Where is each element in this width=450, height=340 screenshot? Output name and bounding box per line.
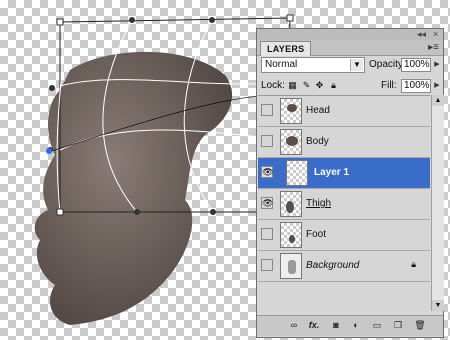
layer-row-layer-1[interactable]: 👁︎ Layer 1 [258,158,430,189]
layer-row-head[interactable]: Head [258,96,430,127]
visibility-toggle[interactable] [261,259,273,271]
adjustment-layer-icon[interactable]: ◐ [349,319,363,331]
layer-thumbnail[interactable] [286,160,308,186]
layers-panel: ◂◂ × LAYERS ▸≡ Normal ▼ Opacity: 100% ▶ … [256,28,444,338]
lock-label: Lock: [261,80,285,91]
opacity-field[interactable]: 100% [401,58,431,72]
lock-transparent-pixels-icon[interactable]: ▦ [287,80,298,91]
layer-row-foot[interactable]: Foot [258,220,430,251]
layer-list: Head Body 👁︎ Layer 1 👁︎ Thigh Foot Backg… [258,95,430,312]
layer-name: Thigh [306,198,332,209]
layer-list-scrollbar[interactable]: ▲ ▼ [431,95,444,311]
blend-mode-select[interactable]: Normal ▼ [261,57,365,73]
layer-thumbnail[interactable] [280,222,302,248]
panel-menu-icon[interactable]: ▸≡ [428,42,439,53]
fill-slider-arrow-icon[interactable]: ▶ [432,79,442,93]
layer-artwork [34,51,233,325]
lock-icon: 🔒︎ [411,259,416,269]
eye-icon[interactable]: 👁︎ [261,166,273,178]
fill-field[interactable]: 100% [401,79,431,93]
chevron-down-icon[interactable]: ▼ [350,59,363,71]
group-folder-icon[interactable]: ▭ [370,319,384,331]
layers-bottom-bar: ∞ fx. ◙ ◐ ▭ ❐ 🗑︎ [257,315,443,336]
layer-thumbnail[interactable] [280,191,302,217]
tab-layers[interactable]: LAYERS [260,41,312,56]
lock-all-icon[interactable]: 🔒︎ [328,80,339,91]
lock-position-icon[interactable]: ✥ [314,80,325,91]
layer-thumbnail[interactable] [280,253,302,279]
layer-name: Background [306,260,360,271]
layer-row-background[interactable]: Background 🔒︎ [258,251,430,282]
visibility-toggle[interactable] [261,228,273,240]
new-layer-icon[interactable]: ❐ [391,319,405,331]
lock-image-pixels-icon[interactable]: ✎ [301,80,312,91]
layer-row-body[interactable]: Body [258,127,430,158]
fill-label: Fill: [381,80,397,91]
panel-title-bar[interactable]: ◂◂ × [257,29,443,40]
visibility-toggle[interactable] [261,104,273,116]
layer-thumbnail[interactable] [280,98,302,124]
layer-name: Foot [306,229,327,240]
tab-bar: LAYERS ▸≡ [257,40,443,56]
delete-layer-icon[interactable]: 🗑︎ [413,319,427,331]
layer-row-thigh[interactable]: 👁︎ Thigh [258,189,430,220]
opacity-slider-arrow-icon[interactable]: ▶ [432,58,442,72]
layer-name: Head [306,105,330,116]
layer-mask-icon[interactable]: ◙ [329,319,343,331]
scroll-up-icon[interactable]: ▲ [432,95,444,106]
layer-style-fx-icon[interactable]: fx. [307,319,321,331]
layer-name: Body [306,136,329,147]
layer-name: Layer 1 [314,167,350,178]
visibility-toggle[interactable] [261,135,273,147]
close-panel-button[interactable]: × [433,29,438,40]
blend-mode-value: Normal [265,59,298,70]
collapse-panel-button[interactable]: ◂◂ [417,29,426,40]
layer-thumbnail[interactable] [280,129,302,155]
eye-icon[interactable]: 👁︎ [261,197,273,209]
link-layers-icon[interactable]: ∞ [287,319,301,331]
scroll-down-icon[interactable]: ▼ [432,300,444,311]
